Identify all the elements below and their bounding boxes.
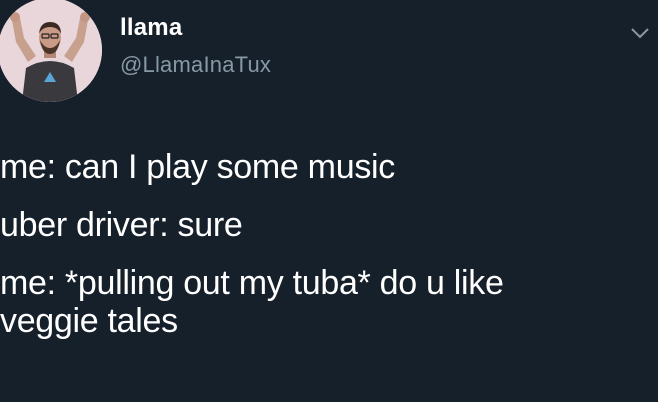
display-name[interactable]: llama (120, 14, 182, 42)
tweet: llama @LlamaInaTux me: can I play some m… (0, 0, 658, 402)
tweet-line: me: can I play some music (0, 148, 395, 186)
avatar-figure-icon (0, 0, 102, 102)
tweet-line: uber driver: sure (0, 206, 243, 244)
user-handle[interactable]: @LlamaInaTux (120, 52, 271, 78)
tweet-line: veggie tales (0, 302, 178, 340)
tweet-line: me: *pulling out my tuba* do u like (0, 264, 504, 302)
chevron-down-icon[interactable] (630, 26, 650, 40)
tweet-text: me: can I play some music uber driver: s… (0, 148, 658, 340)
user-avatar-icon[interactable] (0, 0, 102, 102)
